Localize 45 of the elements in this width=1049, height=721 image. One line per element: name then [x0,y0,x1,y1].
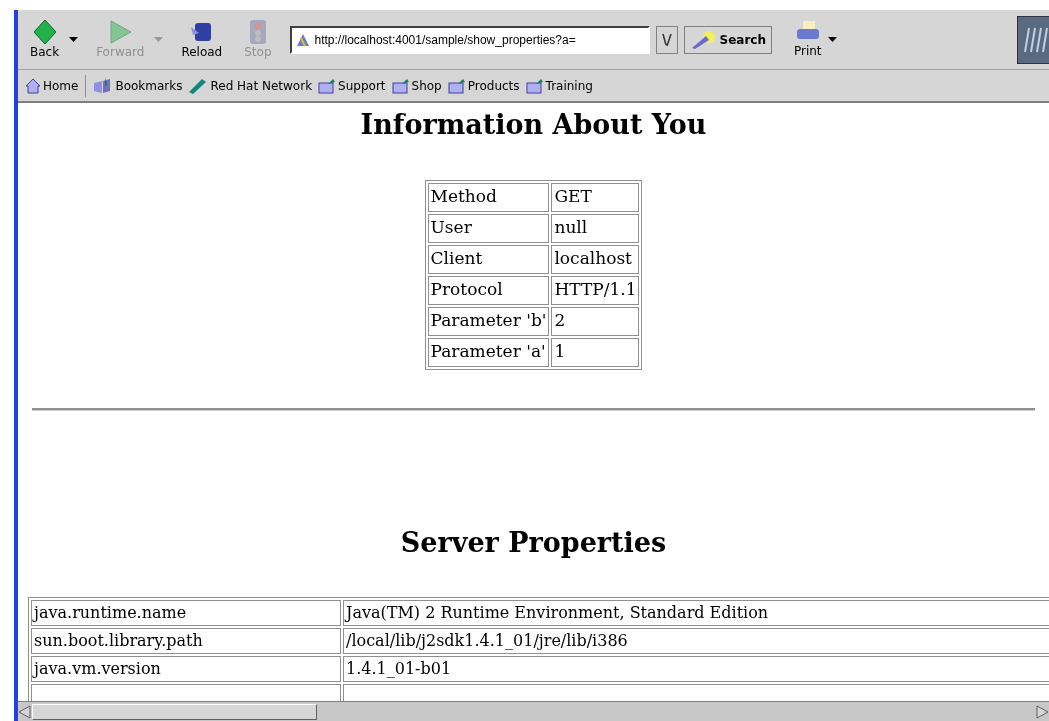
print-button[interactable]: Print [793,20,822,59]
dropdown-button[interactable] [655,25,678,54]
address-field[interactable]: http://localhost:4001/sample/show_properties?a= [289,25,650,54]
bookmark-link[interactable]: Home [22,76,82,95]
caret-icon[interactable] [827,37,837,42]
bookmark-link[interactable]: Bookmarks [90,76,186,95]
scroll-right-icon[interactable] [1035,704,1049,719]
table-cell: sun.boot.library.path [31,628,341,654]
logo-icon [1017,15,1049,64]
search-button[interactable]: Search [683,25,772,54]
folder-icon [447,77,466,94]
caret-icon[interactable] [69,37,79,42]
reload-button[interactable]: Reload [177,19,227,60]
bookmark-link[interactable]: Products [444,76,523,95]
table-cell: GET [551,182,640,212]
folder-icon [318,77,337,94]
horizontal-scrollbar[interactable] [18,701,1049,721]
back-button[interactable]: Back [26,19,64,60]
stop-icon [247,19,268,45]
table-cell: 1.4.1_01-b01 [343,656,1049,682]
folder-icon [525,77,544,94]
house-icon [25,77,41,94]
table-cell: null [551,213,640,243]
section-heading: Server Properties [399,525,668,560]
table-cell: Protocol [427,275,550,305]
table-cell: Parameter 'b' [427,306,550,336]
table-cell: HTTP/1.1 [551,275,640,305]
bookmark-link[interactable]: Red Hat Network [185,76,316,95]
table-cell: Java(TM) 2 Runtime Environment, Standard Edition [343,600,1049,626]
table-cell: localhost [551,244,640,274]
table-cell: Client [427,244,550,274]
table-cell: 1 [551,337,640,367]
bookmark-link[interactable]: Shop [388,76,445,95]
forward-arrow-icon [107,19,134,45]
table-cell: java.vm.version [31,656,341,682]
folder-icon [391,77,410,94]
page-heading: Information About You [359,108,708,142]
table-cell: java.runtime.name [31,600,341,626]
table-cell: /local/lib/j2sdk1.4.1_01/jre/lib/i386 [343,628,1049,654]
bookmark-link[interactable]: Training [522,76,596,95]
table-cell: Method [427,182,550,212]
table-cell: User [427,213,550,243]
table-cell: Parameter 'a' [427,337,550,367]
table-cell: 2 [551,306,640,336]
bookmark-link[interactable]: Support [315,76,389,95]
